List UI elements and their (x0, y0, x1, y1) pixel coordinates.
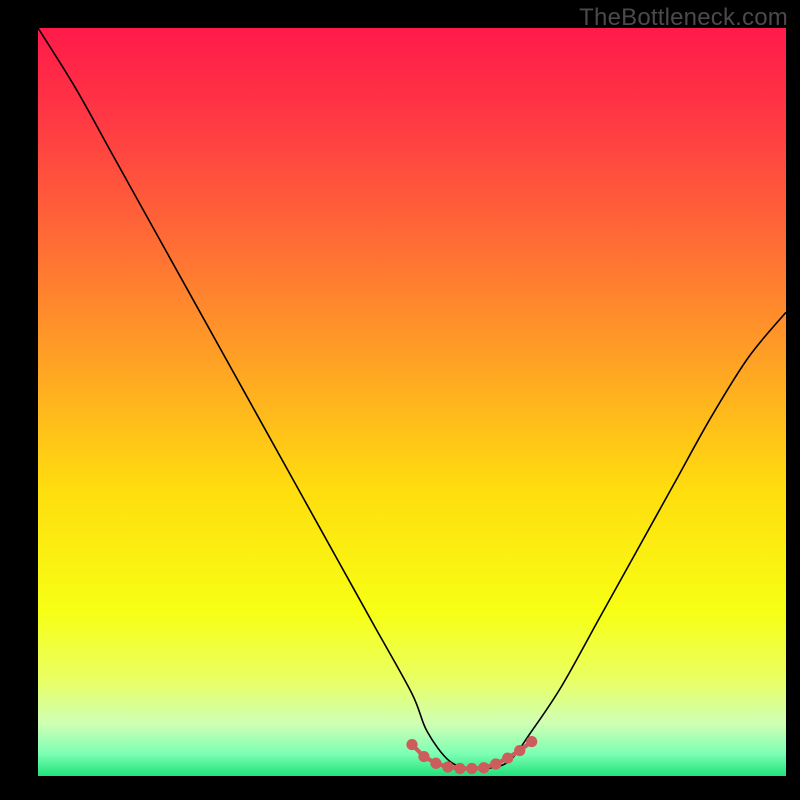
plot-area (38, 28, 786, 782)
watermark-text: TheBottleneck.com (579, 4, 788, 32)
chart-frame: TheBottleneck.com (0, 0, 800, 800)
marker-layer (38, 28, 786, 776)
